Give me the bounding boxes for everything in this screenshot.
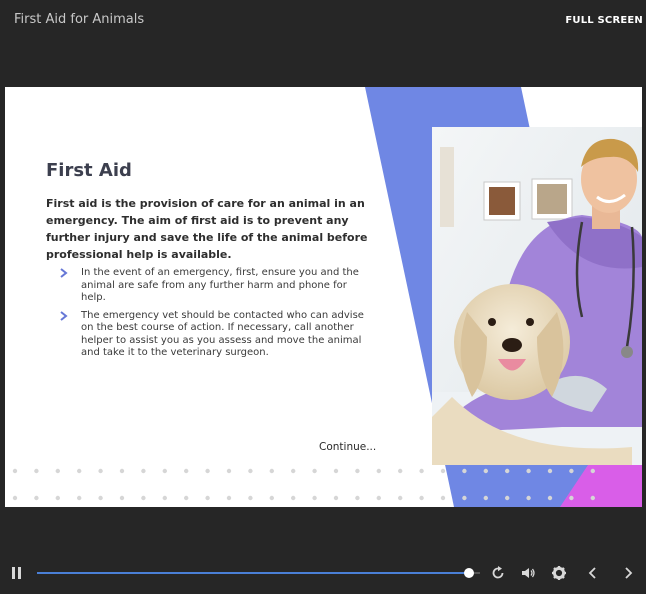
bullet-list: In the event of an emergency, first, ens… bbox=[60, 267, 370, 365]
dot-pattern bbox=[12, 468, 595, 501]
list-item: The emergency vet should be contacted wh… bbox=[60, 310, 370, 360]
progress-fill bbox=[37, 572, 469, 574]
course-title: First Aid for Animals bbox=[14, 12, 145, 27]
slide: First Aid First aid is the provision of … bbox=[5, 87, 642, 507]
slide-heading: First Aid bbox=[46, 160, 132, 181]
chevron-right-icon bbox=[60, 268, 68, 278]
chevron-right-icon[interactable] bbox=[620, 565, 636, 581]
replay-icon[interactable] bbox=[490, 565, 506, 581]
player-controls bbox=[0, 560, 646, 588]
intro-paragraph: First aid is the provision of care for a… bbox=[46, 197, 368, 261]
continue-link[interactable]: Continue... bbox=[319, 441, 376, 453]
list-item: In the event of an emergency, first, ens… bbox=[60, 267, 370, 305]
fullscreen-button[interactable]: FULL SCREEN bbox=[565, 15, 643, 26]
top-bar: First Aid for Animals FULL SCREEN bbox=[0, 0, 646, 40]
progress-bar[interactable] bbox=[37, 568, 480, 578]
progress-handle[interactable] bbox=[463, 568, 474, 578]
settings-icon[interactable] bbox=[551, 565, 567, 581]
volume-icon[interactable] bbox=[520, 565, 536, 581]
bullet-text: The emergency vet should be contacted wh… bbox=[81, 309, 364, 359]
bullet-text: In the event of an emergency, first, ens… bbox=[81, 267, 359, 303]
chevron-left-icon[interactable] bbox=[585, 565, 601, 581]
chevron-right-icon bbox=[60, 310, 68, 321]
pause-icon[interactable] bbox=[12, 567, 22, 579]
